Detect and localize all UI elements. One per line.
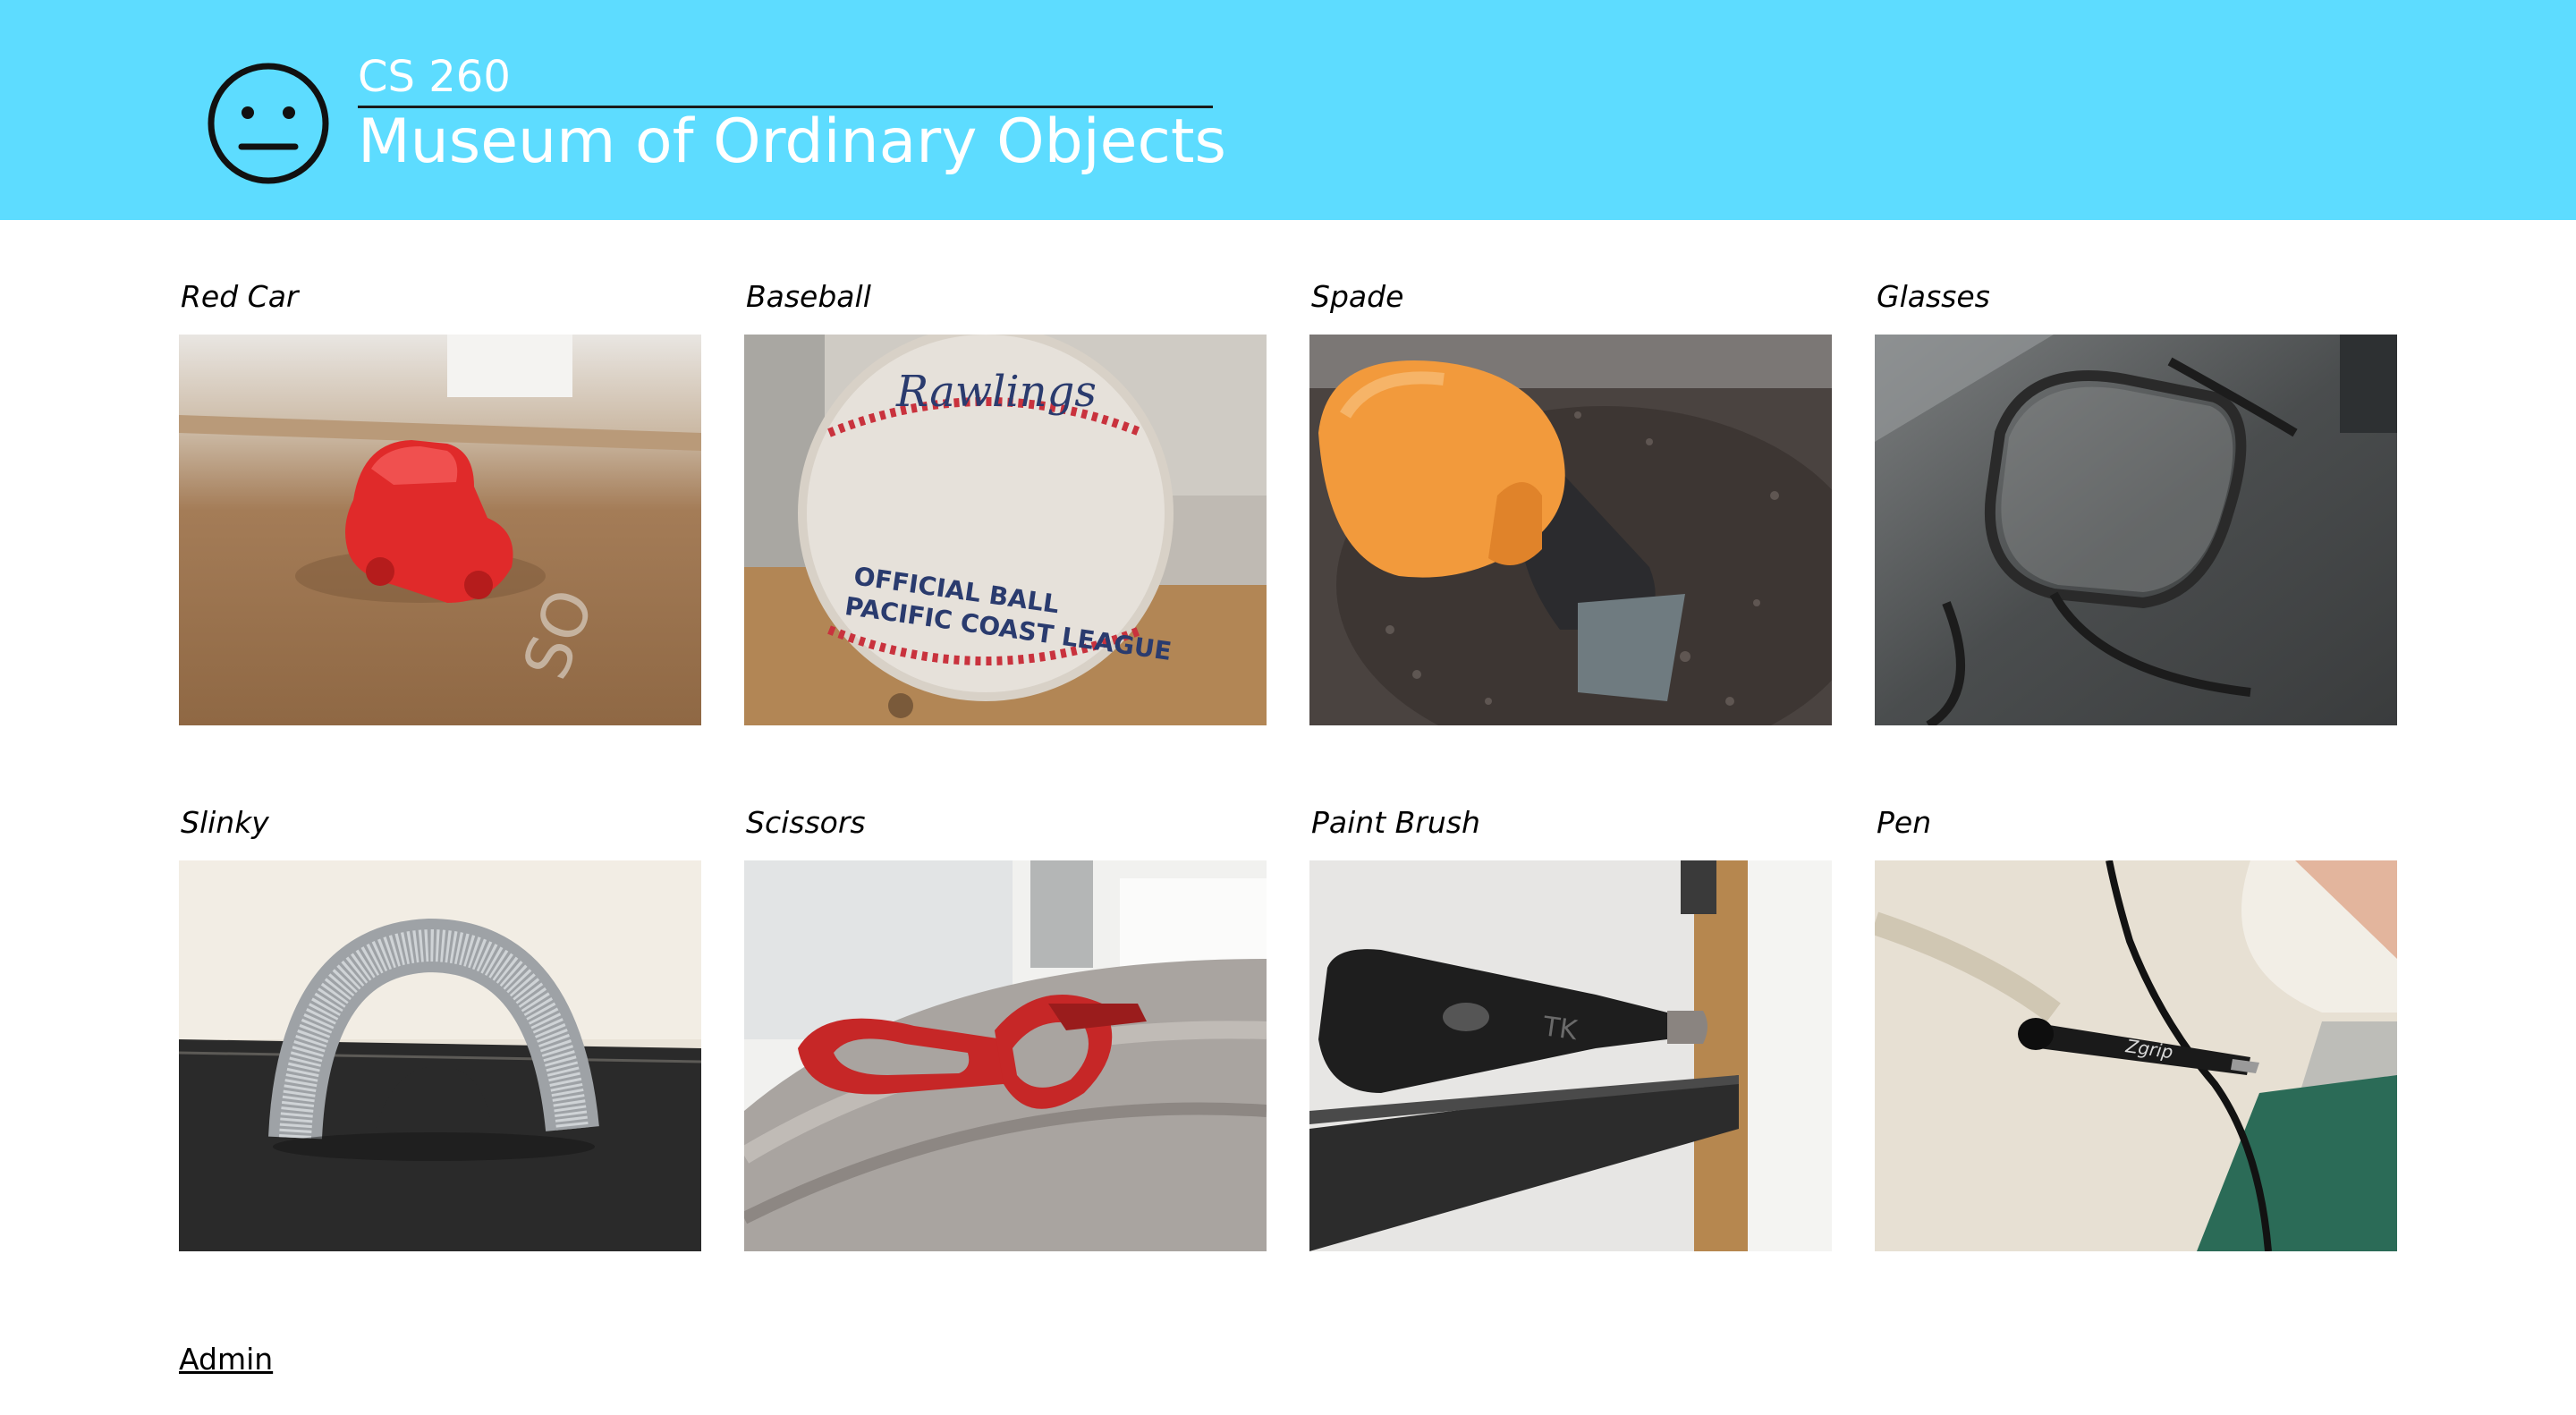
svg-text:TK: TK [1540,1011,1580,1046]
object-title: Baseball [746,279,871,314]
site-header: CS 260 Museum of Ordinary Objects [0,0,2576,220]
admin-link[interactable]: Admin [179,1342,273,1377]
neutral-face-icon [208,63,329,184]
slinky-photo[interactable] [179,860,701,1251]
svg-text:Rawlings: Rawlings [895,367,1097,417]
object-title: Spade [1311,279,1404,314]
course-code: CS 260 [358,50,1213,108]
object-title: Pen [1877,805,1932,840]
object-title: Red Car [181,279,299,314]
object-title: Scissors [746,805,866,840]
glasses-photo[interactable] [1875,335,2397,725]
pen-photo[interactable]: Zgrip [1875,860,2397,1251]
object-title: Glasses [1877,279,1990,314]
object-title: Slinky [181,805,269,840]
paint-brush-photo[interactable]: TK [1309,860,1832,1251]
scissors-photo[interactable] [744,860,1267,1251]
site-title: Museum of Ordinary Objects [358,106,1226,177]
object-title: Paint Brush [1311,805,1480,840]
red-car-photo[interactable]: SO [179,335,701,725]
spade-photo[interactable] [1309,335,1832,725]
baseball-photo[interactable]: Rawlings OFFICIAL BALL PACIFIC COAST LEA… [744,335,1267,725]
